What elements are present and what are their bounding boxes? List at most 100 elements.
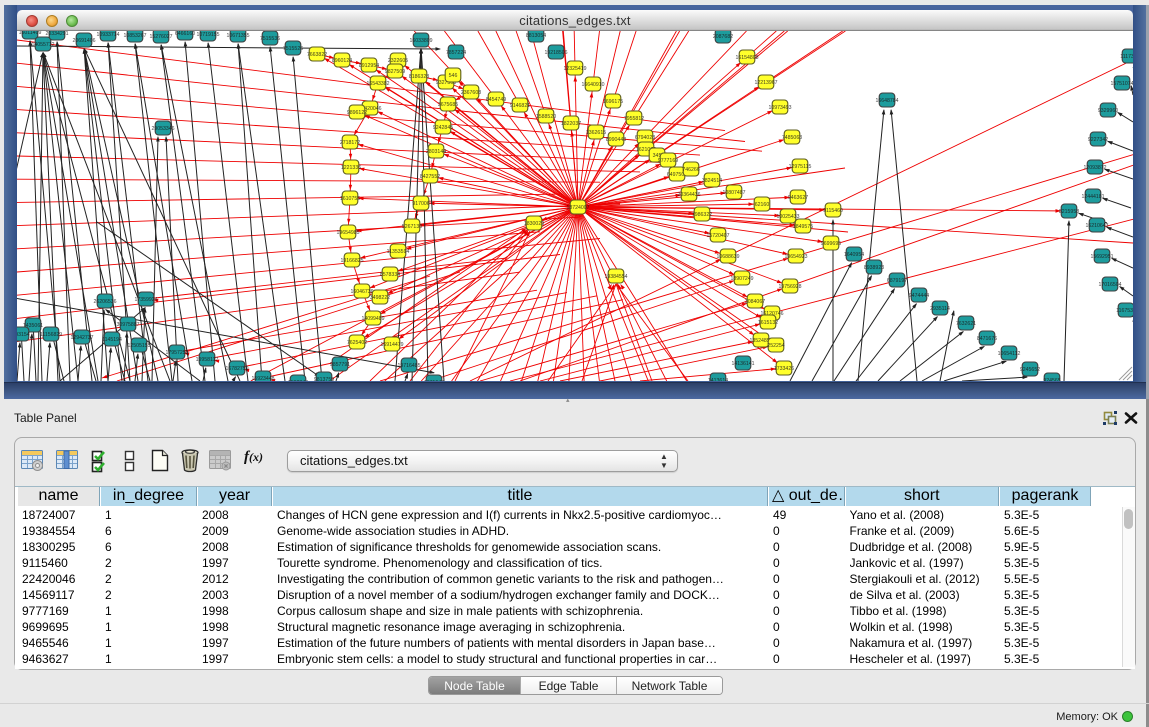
svg-text:9699695: 9699695 [821, 241, 841, 247]
svg-text:746266: 746266 [682, 167, 699, 173]
svg-text:1167533: 1167533 [1116, 308, 1133, 314]
svg-text:8215958: 8215958 [1059, 209, 1079, 215]
svg-text:9245652: 9245652 [1020, 367, 1040, 373]
svg-text:20691406: 20691406 [72, 38, 95, 44]
svg-text:19166825: 19166825 [340, 258, 363, 264]
svg-text:7986322: 7986322 [692, 212, 712, 218]
svg-text:7632621: 7632621 [956, 321, 976, 327]
svg-text:9857791: 9857791 [330, 362, 350, 368]
svg-text:7515526: 7515526 [283, 46, 303, 52]
svg-text:1830029: 1830029 [524, 221, 544, 227]
svg-text:6794028: 6794028 [635, 135, 655, 141]
svg-text:20364436: 20364436 [677, 192, 700, 198]
svg-text:3498222: 3498222 [370, 295, 390, 301]
svg-text:8960124: 8960124 [332, 58, 352, 64]
svg-text:9115460: 9115460 [823, 208, 843, 214]
svg-text:9146821: 9146821 [510, 103, 530, 109]
svg-text:2087682: 2087682 [713, 34, 733, 40]
svg-text:10973493: 10973493 [768, 105, 791, 111]
svg-text:15751074: 15751074 [1110, 81, 1133, 87]
svg-text:19654985: 19654985 [336, 230, 359, 236]
svg-text:8454749: 8454749 [486, 97, 506, 103]
svg-text:15720407: 15720407 [706, 233, 729, 239]
svg-text:19958117: 19958117 [196, 357, 219, 363]
svg-text:9827509: 9827509 [385, 69, 405, 75]
svg-text:16782759: 16782759 [225, 366, 248, 372]
svg-text:7955812: 7955812 [624, 116, 644, 122]
svg-text:1971648: 1971648 [424, 380, 444, 381]
svg-text:16154808: 16154808 [735, 55, 758, 61]
svg-text:6879197: 6879197 [887, 278, 907, 284]
svg-text:16033809: 16033809 [409, 38, 432, 44]
svg-text:18907249: 18907249 [730, 276, 753, 282]
svg-text:12444181: 12444181 [1081, 194, 1104, 200]
svg-text:17957253: 17957253 [165, 350, 188, 356]
svg-text:8578334: 8578334 [380, 272, 400, 278]
svg-text:16914479: 16914479 [380, 342, 403, 348]
svg-text:7485063: 7485063 [782, 135, 802, 141]
svg-text:8938923: 8938923 [864, 265, 884, 271]
svg-text:10671355: 10671355 [226, 33, 249, 39]
svg-text:3675685: 3675685 [438, 102, 458, 108]
svg-text:10654112: 10654112 [998, 351, 1021, 357]
svg-text:8186328: 8186328 [409, 74, 429, 80]
svg-text:1733426: 1733426 [774, 366, 794, 372]
svg-text:9474444: 9474444 [909, 293, 929, 299]
svg-text:3084067: 3084067 [745, 299, 765, 305]
svg-text:252254: 252254 [767, 343, 784, 349]
svg-text:917006: 917006 [412, 201, 429, 207]
svg-text:2367608: 2367608 [461, 90, 481, 96]
svg-text:8912954: 8912954 [359, 63, 379, 69]
svg-text:2935114: 2935114 [930, 306, 950, 312]
svg-text:1615132: 1615132 [758, 320, 778, 326]
svg-text:1849575: 1849575 [793, 224, 813, 230]
svg-text:16640910: 16640910 [581, 82, 604, 88]
svg-text:12975115: 12975115 [789, 164, 812, 170]
svg-text:1221336: 1221336 [341, 165, 361, 171]
svg-text:12942737: 12942737 [70, 335, 93, 341]
svg-text:7515536: 7515536 [260, 36, 280, 42]
svg-text:14055712: 14055712 [31, 42, 54, 48]
svg-text:10933714: 10933714 [96, 32, 119, 38]
svg-text:1117334: 1117334 [1120, 54, 1133, 60]
svg-text:15276027: 15276027 [149, 34, 172, 40]
svg-text:16648784: 16648784 [875, 98, 898, 104]
svg-text:10719155: 10719155 [196, 32, 219, 38]
svg-text:1145194: 1145194 [102, 337, 122, 343]
svg-text:11156829: 11156829 [40, 332, 62, 338]
svg-text:16210643: 16210643 [1085, 223, 1108, 229]
svg-text:8471676: 8471676 [977, 336, 997, 342]
svg-text:9329960: 9329960 [1098, 108, 1118, 114]
svg-text:7625402: 7625402 [347, 340, 367, 346]
svg-text:2718172: 2718172 [340, 140, 360, 146]
svg-text:14099489: 14099489 [361, 316, 384, 322]
svg-text:19218506: 19218506 [544, 50, 567, 56]
svg-text:30975887: 30975887 [116, 322, 139, 328]
svg-text:8990448: 8990448 [606, 137, 626, 143]
svg-text:12213967: 12213967 [754, 80, 777, 86]
svg-text:9896122: 9896122 [347, 110, 367, 116]
svg-text:17016504: 17016504 [1098, 282, 1121, 288]
svg-text:20334291: 20334291 [45, 31, 68, 37]
svg-text:16543382: 16543382 [366, 81, 389, 87]
svg-text:8427552: 8427552 [420, 174, 440, 180]
svg-text:546: 546 [449, 73, 458, 79]
svg-text:9463627: 9463627 [788, 195, 808, 201]
svg-text:1696175: 1696175 [603, 99, 623, 105]
svg-text:7663822: 7663822 [307, 52, 327, 58]
svg-text:16011409: 16011409 [19, 31, 42, 36]
svg-text:10688639: 10688639 [716, 254, 739, 260]
svg-text:6466160: 6466160 [175, 31, 195, 37]
svg-text:9227342: 9227342 [1088, 137, 1108, 143]
svg-text:9813759: 9813759 [314, 377, 334, 381]
svg-text:1362615: 1362615 [586, 130, 606, 136]
svg-text:19716485: 19716485 [397, 363, 420, 369]
svg-text:1640954: 1640954 [844, 252, 864, 258]
svg-text:19384554: 19384554 [604, 274, 627, 280]
svg-text:2322605: 2322605 [388, 58, 408, 64]
svg-text:9242845: 9242845 [433, 125, 453, 131]
svg-text:19756928: 19756928 [778, 284, 801, 290]
svg-text:29053346: 29053346 [151, 126, 174, 132]
svg-text:1592344: 1592344 [288, 380, 308, 381]
svg-text:12325419: 12325419 [563, 66, 586, 72]
